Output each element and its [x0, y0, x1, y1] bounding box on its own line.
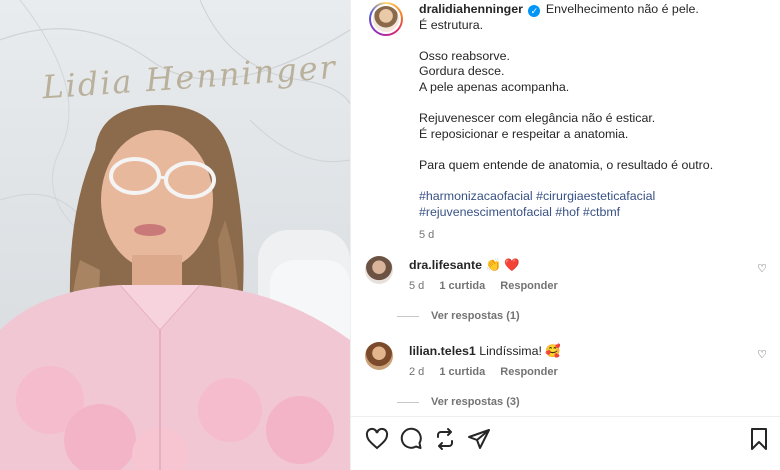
- send-icon[interactable]: [467, 427, 491, 451]
- verified-badge-icon: ✓: [528, 5, 541, 17]
- view-replies-label: Ver respostas (3): [431, 396, 520, 408]
- view-replies-button[interactable]: Ver respostas (3): [397, 396, 520, 408]
- comment-icon[interactable]: [399, 427, 423, 451]
- commenter-avatar[interactable]: [365, 256, 393, 284]
- caption-line-1: É estrutura.: [419, 17, 484, 32]
- heart-icon[interactable]: [365, 427, 389, 451]
- post-media[interactable]: Lidia Henninger: [0, 0, 350, 470]
- hashtags-line-1[interactable]: #harmonizacaofacial #cirurgiaesteticafac…: [419, 189, 655, 203]
- caption-line-8: É reposicionar e respeitar a anatomia.: [419, 126, 629, 141]
- caption-line-0: Envelhecimento não é pele.: [545, 2, 699, 16]
- commenter-username[interactable]: dra.lifesante: [409, 258, 482, 272]
- post-details-panel: dralidiahenninger ✓ Envelhecimento não é…: [350, 0, 780, 470]
- caption-line-3: Osso reabsorve.: [419, 48, 510, 63]
- hashtags-line-2[interactable]: #rejuvenescimentofacial #hof #ctbmf: [419, 205, 620, 219]
- comment-time[interactable]: 2 d: [409, 366, 424, 378]
- repost-icon[interactable]: [433, 427, 457, 451]
- bookmark-icon[interactable]: [747, 427, 771, 451]
- comment-like-heart-icon[interactable]: ♡: [757, 262, 767, 275]
- view-replies-label: Ver respostas (1): [431, 310, 520, 322]
- caption: dralidiahenninger ✓ Envelhecimento não é…: [419, 2, 779, 244]
- owner-avatar[interactable]: [369, 2, 403, 36]
- view-replies-button[interactable]: Ver respostas (1): [397, 310, 520, 322]
- comment-likes[interactable]: 1 curtida: [439, 280, 485, 292]
- caption-line-4: Gordura desce.: [419, 64, 505, 79]
- comment-like-heart-icon[interactable]: ♡: [757, 348, 767, 361]
- comment-text: 👏 ❤️: [485, 258, 520, 272]
- post-action-bar: [351, 416, 780, 470]
- commenter-username[interactable]: lilian.teles1: [409, 344, 476, 358]
- caption-line-5: A pele apenas acompanha.: [419, 79, 570, 94]
- post-timestamp[interactable]: 5 d: [419, 228, 779, 244]
- owner-username[interactable]: dralidiahenninger: [419, 2, 523, 16]
- commenter-avatar[interactable]: [365, 342, 393, 370]
- comment-text: Lindíssima! 🥰: [479, 344, 561, 358]
- caption-line-7: Rejuvenescer com elegância não é esticar…: [419, 111, 656, 126]
- reply-button[interactable]: Responder: [500, 280, 557, 292]
- comment-time[interactable]: 5 d: [409, 280, 424, 292]
- reply-button[interactable]: Responder: [500, 366, 557, 378]
- comment-likes[interactable]: 1 curtida: [439, 366, 485, 378]
- caption-line-10: Para quem entende de anatomia, o resulta…: [419, 157, 714, 172]
